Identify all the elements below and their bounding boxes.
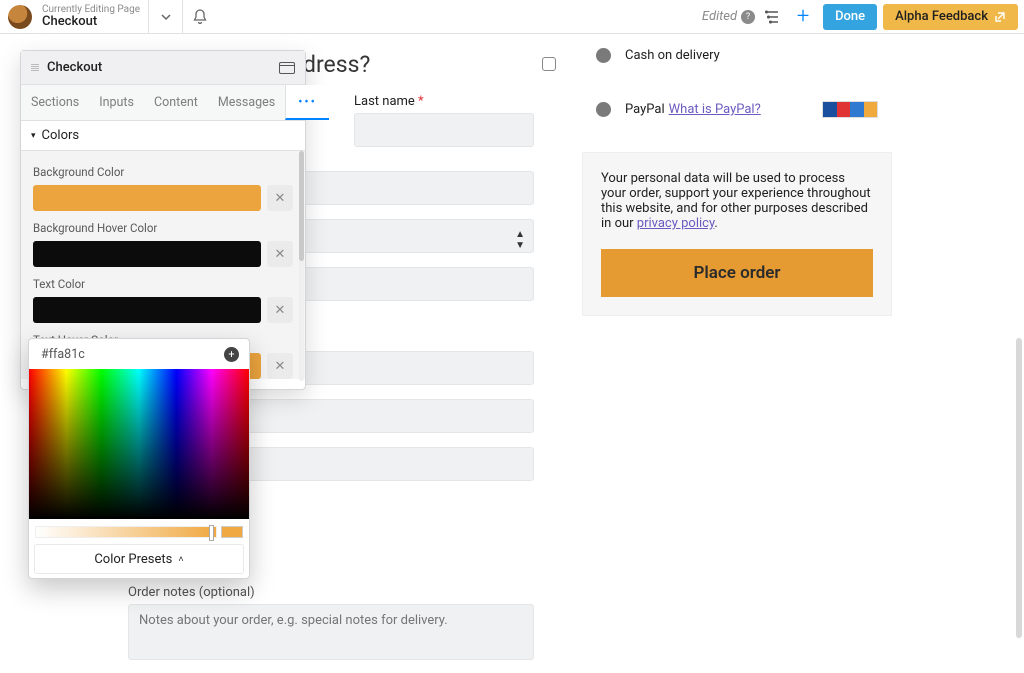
panel-title: Checkout — [47, 60, 279, 75]
bg-hover-label: Background Hover Color — [33, 221, 293, 235]
alpha-feedback-button[interactable]: Alpha Feedback — [883, 4, 1018, 30]
clear-text-hover[interactable]: ✕ — [267, 353, 293, 379]
chevron-down-icon: ▾ — [31, 131, 36, 141]
breadcrumb-dropdown[interactable] — [148, 0, 182, 34]
bg-color-swatch[interactable] — [33, 185, 261, 211]
add-preset-button[interactable]: + — [224, 347, 239, 362]
text-color-swatch[interactable] — [33, 297, 261, 323]
radio-icon — [596, 48, 611, 63]
color-picker: + Color Presets ˄ — [28, 338, 250, 579]
breadcrumb[interactable]: Currently Editing Page Checkout — [42, 4, 140, 29]
place-order-button[interactable]: Place order — [601, 249, 873, 297]
app-logo — [8, 5, 32, 29]
tab-sections[interactable]: Sections — [21, 85, 89, 120]
help-icon[interactable]: ? — [741, 10, 755, 24]
privacy-notice: Your personal data will be used to proce… — [582, 152, 892, 316]
drag-handle-icon[interactable] — [31, 64, 39, 71]
page-scroll-thumb[interactable] — [1016, 338, 1022, 638]
color-gradient[interactable] — [29, 369, 249, 519]
panel-mode-icon[interactable] — [279, 62, 295, 74]
current-color-swatch — [221, 526, 243, 538]
payment-paypal[interactable]: PayPal What is PayPal? — [582, 91, 892, 128]
clear-bg-hover[interactable]: ✕ — [267, 241, 293, 267]
chevron-up-icon: ˄ — [178, 554, 183, 565]
tab-content[interactable]: Content — [144, 85, 208, 120]
bg-hover-swatch[interactable] — [33, 241, 261, 267]
edited-label: Edited — [702, 9, 737, 24]
bg-color-label: Background Color — [33, 165, 293, 179]
page-scrollbar[interactable] — [1016, 38, 1022, 658]
panel-tabs: Sections Inputs Content Messages ••• — [21, 85, 305, 121]
checkout-sidebar: Cash on delivery PayPal What is PayPal? … — [582, 38, 892, 316]
panel-header[interactable]: Checkout — [21, 51, 305, 85]
privacy-link[interactable]: privacy policy — [637, 216, 715, 231]
order-notes: Order notes (optional) — [128, 585, 534, 664]
panel-scroll-thumb[interactable] — [299, 151, 304, 261]
radio-icon — [596, 102, 611, 117]
done-button[interactable]: Done — [823, 4, 877, 30]
breadcrumb-title: Checkout — [42, 15, 140, 29]
tab-inputs[interactable]: Inputs — [89, 85, 144, 120]
paypal-help-link[interactable]: What is PayPal? — [669, 102, 761, 117]
slider-knob[interactable] — [209, 525, 214, 541]
add-button[interactable]: + — [789, 4, 817, 29]
tab-more[interactable]: ••• — [285, 85, 329, 120]
clear-text-color[interactable]: ✕ — [267, 297, 293, 323]
ship-different-checkbox[interactable] — [542, 57, 556, 71]
clear-bg-color[interactable]: ✕ — [267, 185, 293, 211]
color-presets-toggle[interactable]: Color Presets ˄ — [34, 544, 244, 574]
tab-messages[interactable]: Messages — [208, 85, 285, 120]
card-logos — [822, 101, 878, 118]
colors-accordion[interactable]: ▾ Colors — [21, 121, 305, 151]
outline-icon[interactable] — [765, 9, 781, 25]
order-notes-label: Order notes (optional) — [128, 585, 534, 600]
text-color-label: Text Color — [33, 277, 293, 291]
notifications-icon[interactable] — [182, 0, 216, 34]
top-bar: Currently Editing Page Checkout Edited ?… — [0, 0, 1024, 34]
last-name-input[interactable] — [354, 113, 534, 147]
order-notes-textarea[interactable] — [128, 604, 534, 660]
hex-input[interactable] — [39, 346, 224, 363]
alpha-slider[interactable] — [35, 525, 243, 539]
payment-cod[interactable]: Cash on delivery — [582, 38, 892, 73]
